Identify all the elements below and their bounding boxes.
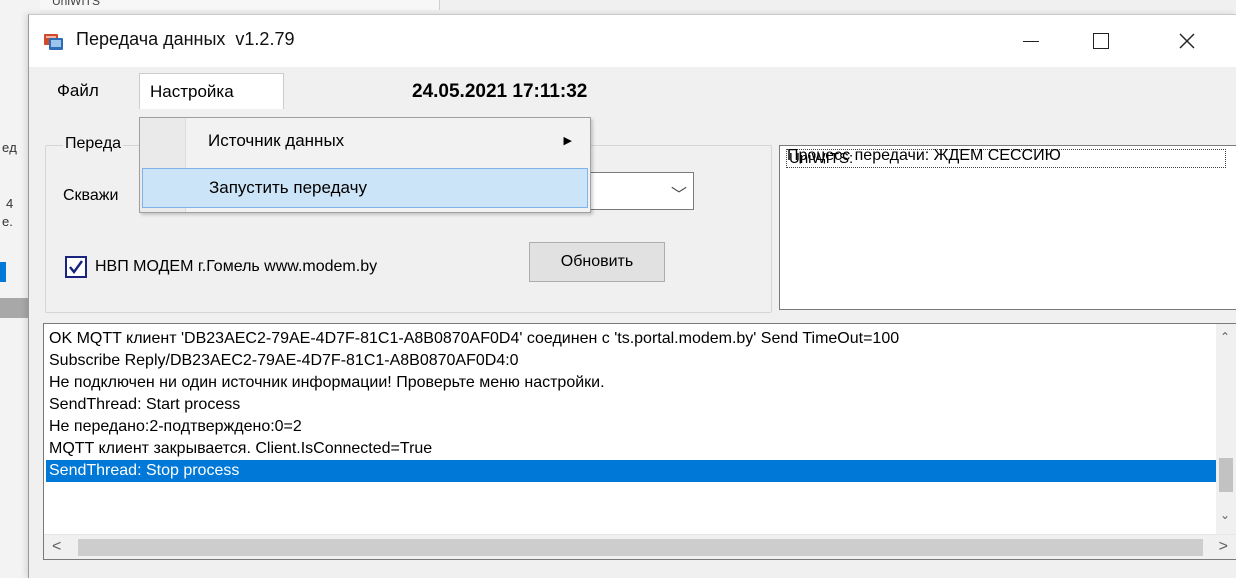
log-line[interactable]: SendThread: Start process (49, 394, 240, 416)
main-window: Передача данных v1.2.79 Файл Настройка 2… (28, 14, 1236, 578)
background-title-fragment: UniWITS (52, 0, 100, 8)
background-fragment: e. (2, 214, 13, 229)
menu-file[interactable]: Файл (47, 73, 109, 109)
menu-item-label: Источник данных (208, 131, 345, 150)
title-bar[interactable]: Передача данных v1.2.79 (29, 15, 1236, 67)
submenu-arrow-icon: ▶ (563, 135, 572, 147)
horizontal-scrollbar[interactable]: < > (44, 534, 1236, 559)
log-line[interactable]: Не подключен ни один источник информации… (49, 372, 605, 394)
background-scroll-fragment (0, 298, 30, 318)
close-icon (1179, 33, 1195, 49)
horizontal-scroll-thumb[interactable] (78, 539, 1203, 556)
background-tab-strip (40, 0, 440, 10)
log-line[interactable]: Subscribe Reply/DB23AEC2-79AE-4D7F-81C1-… (49, 350, 519, 372)
company-label: НВП МОДЕМ г.Гомель www.modem.by (95, 258, 378, 275)
window-title: Передача данных v1.2.79 (76, 29, 295, 49)
scroll-left-icon[interactable]: < (52, 538, 61, 556)
scroll-up-icon[interactable]: ⌃ (1220, 330, 1230, 344)
close-button[interactable] (1157, 15, 1217, 67)
menu-item-label: Запустить передачу (209, 178, 367, 197)
log-list[interactable]: OK MQTT клиент 'DB23AEC2-79AE-4D7F-81C1-… (43, 323, 1236, 560)
menu-bar: Файл Настройка 24.05.2021 17:11:32 (29, 67, 1236, 113)
vertical-scrollbar[interactable]: ⌃ ⌄ (1216, 324, 1236, 536)
vertical-scroll-thumb[interactable] (1219, 458, 1233, 492)
refresh-button[interactable]: Обновить (529, 242, 665, 282)
data-transfer-app-icon (43, 31, 65, 53)
menu-item-data-source[interactable]: Источник данных ▶ (142, 122, 588, 162)
minimize-button[interactable] (1001, 15, 1061, 67)
log-line[interactable]: OK MQTT клиент 'DB23AEC2-79AE-4D7F-81C1-… (49, 328, 899, 350)
scroll-right-icon[interactable]: > (1219, 538, 1228, 556)
menu-settings[interactable]: Настройка (139, 73, 284, 109)
checkmark-icon (69, 260, 83, 274)
background-selection-marker (0, 262, 6, 282)
background-fragment: 4 (6, 196, 14, 211)
maximize-button[interactable] (1071, 15, 1131, 67)
process-status-label: Процесс передачи: ЖДЕМ СЕССИЮ (787, 147, 1061, 164)
background-fragment: eд (2, 140, 17, 155)
current-datetime: 24.05.2021 17:11:32 (412, 81, 588, 102)
minimize-icon (1023, 40, 1039, 42)
log-line[interactable]: MQTT клиент закрывается. Client.IsConnec… (49, 438, 432, 460)
log-line-selected[interactable]: SendThread: Stop process (46, 460, 1216, 482)
transfer-group-label: Переда (63, 135, 124, 153)
process-list[interactable]: UniWITS: (779, 145, 1236, 310)
chevron-down-icon: ﹀ (670, 187, 687, 204)
log-line[interactable]: Не передано:2-подтверждено:0=2 (49, 416, 302, 438)
settings-dropdown-menu: Источник данных ▶ Запустить передачу (139, 117, 591, 213)
well-label: Скважи (63, 187, 119, 204)
company-checkbox[interactable] (65, 256, 87, 278)
menu-item-start-transfer[interactable]: Запустить передачу (142, 168, 588, 208)
scroll-down-icon[interactable]: ⌄ (1220, 508, 1230, 522)
maximize-icon (1093, 33, 1109, 49)
